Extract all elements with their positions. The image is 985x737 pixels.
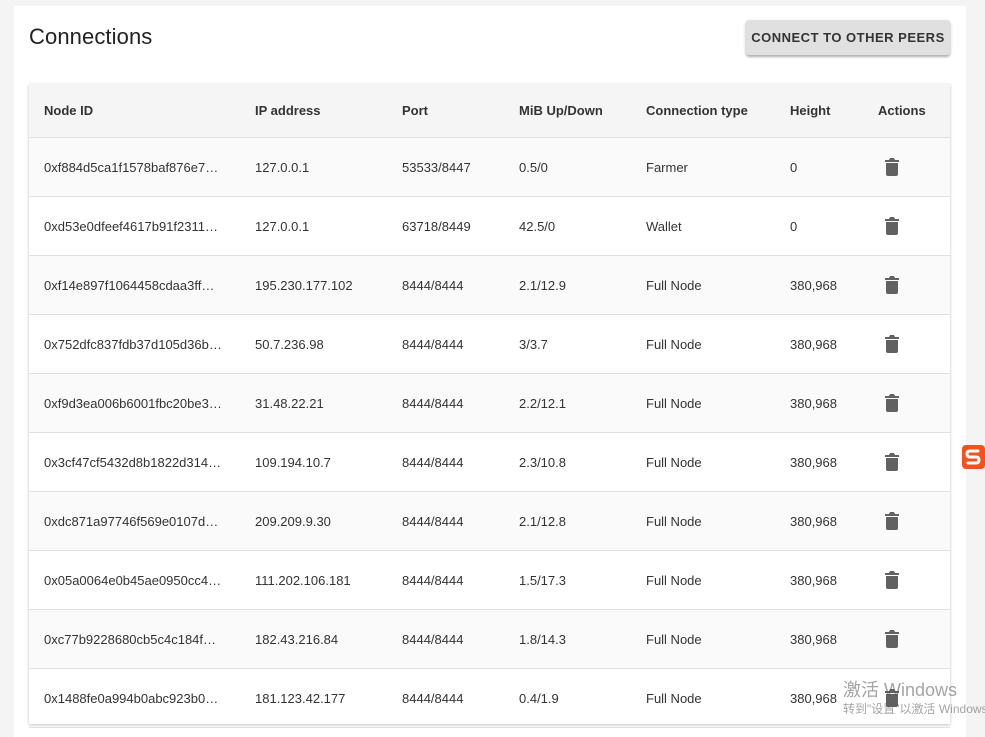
connections-table: Node ID IP address Port MiB Up/Down Conn… <box>29 84 950 728</box>
column-header-mib-up-down: MiB Up/Down <box>519 103 603 118</box>
delete-icon[interactable] <box>885 394 899 412</box>
page-title: Connections <box>29 24 153 49</box>
node-id-cell: 0xc77b9228680cb5c4c184f… <box>44 631 217 647</box>
node-id-cell: 0x05a0064e0b45ae0950cc4… <box>44 572 222 588</box>
delete-icon[interactable] <box>885 571 899 589</box>
ip-address-cell: 50.7.236.98 <box>255 336 324 352</box>
connection-type-cell: Full Node <box>646 572 702 588</box>
port-cell: 8444/8444 <box>402 277 464 293</box>
ip-address-cell: 109.194.10.7 <box>255 454 331 470</box>
node-id-cell: 0xf14e897f1064458cdaa3ff… <box>44 277 215 293</box>
node-id-cell: 0x1488fe0a994b0abc923b0… <box>44 690 219 706</box>
connection-type-cell: Full Node <box>646 336 702 352</box>
mib-up-down-cell: 2.3/10.8 <box>519 454 566 470</box>
table-row: 0xf884d5ca1f1578baf876e7… 127.0.0.1 53533/… <box>29 138 950 197</box>
node-id-cell: 0xdc871a97746f569e0107d… <box>44 513 219 529</box>
column-header-height: Height <box>790 103 831 118</box>
column-header-node-id: Node ID <box>44 103 94 118</box>
delete-icon[interactable] <box>885 217 899 235</box>
connection-type-cell: Farmer <box>646 159 688 175</box>
delete-icon[interactable] <box>885 630 899 648</box>
port-cell: 8444/8444 <box>402 631 464 647</box>
connection-type-cell: Full Node <box>646 690 702 706</box>
mib-up-down-cell: 2.1/12.8 <box>519 513 566 529</box>
node-id-cell: 0x3cf47cf5432d8b1822d314… <box>44 454 222 470</box>
column-header-port: Port <box>402 103 428 118</box>
ip-address-cell: 127.0.0.1 <box>255 218 310 234</box>
ip-address-cell: 209.209.9.30 <box>255 513 331 529</box>
delete-icon[interactable] <box>885 453 899 471</box>
connection-type-cell: Full Node <box>646 454 702 470</box>
node-id-cell: 0x752dfc837fdb37d105d36b… <box>44 336 222 352</box>
table-body: 0xf884d5ca1f1578baf876e7… 127.0.0.1 53533/… <box>29 138 950 728</box>
ip-address-cell: 182.43.216.84 <box>255 631 339 647</box>
port-cell: 53533/8447 <box>402 159 471 175</box>
table-row: 0xf9d3ea006b6001fbc20be3… 31.48.22.21 8444… <box>29 374 950 433</box>
ip-address-cell: 111.202.106.181 <box>255 572 351 588</box>
delete-icon[interactable] <box>885 158 899 176</box>
mib-up-down-cell: 1.8/14.3 <box>519 631 566 647</box>
table-row: 0xc77b9228680cb5c4c184f… 182.43.216.84 844… <box>29 610 950 669</box>
connect-to-other-peers-button[interactable]: CONNECT TO OTHER PEERS <box>746 20 950 55</box>
port-cell: 8444/8444 <box>402 454 464 470</box>
port-cell: 63718/8449 <box>402 218 471 234</box>
mib-up-down-cell: 0.4/1.9 <box>519 690 559 706</box>
mib-up-down-cell: 2.1/12.9 <box>519 277 566 293</box>
ip-address-cell: 195.230.177.102 <box>255 277 353 293</box>
node-id-cell: 0xd53e0dfeef4617b91f2311… <box>44 218 218 234</box>
connection-type-cell: Full Node <box>646 395 702 411</box>
delete-icon[interactable] <box>885 335 899 353</box>
height-cell: 380,968 <box>790 454 837 470</box>
windows-activation-watermark: 激活 Windows <box>843 680 958 700</box>
table-row: 0xdc871a97746f569e0107d… 209.209.9.30 8444… <box>29 492 950 551</box>
table-row: 0x3cf47cf5432d8b1822d314… 109.194.10.7 844… <box>29 433 950 492</box>
delete-icon[interactable] <box>885 276 899 294</box>
port-cell: 8444/8444 <box>402 336 464 352</box>
connection-type-cell: Full Node <box>646 631 702 647</box>
height-cell: 380,968 <box>790 513 837 529</box>
mib-up-down-cell: 3/3.7 <box>519 336 548 352</box>
delete-icon[interactable] <box>885 512 899 530</box>
connection-type-cell: Full Node <box>646 277 702 293</box>
mib-up-down-cell: 42.5/0 <box>519 218 556 234</box>
mib-up-down-cell: 2.2/12.1 <box>519 395 566 411</box>
windows-activation-subtext: 转到"设置"以激活 Windows。 <box>843 702 985 716</box>
height-cell: 0 <box>790 218 798 234</box>
height-cell: 380,968 <box>790 631 837 647</box>
height-cell: 380,968 <box>790 572 837 588</box>
height-cell: 380,968 <box>790 277 837 293</box>
port-cell: 8444/8444 <box>402 690 464 706</box>
port-cell: 8444/8444 <box>402 395 464 411</box>
height-cell: 380,968 <box>790 336 837 352</box>
node-id-cell: 0xf884d5ca1f1578baf876e7… <box>44 159 219 175</box>
ip-address-cell: 181.123.42.177 <box>255 690 346 706</box>
port-cell: 8444/8444 <box>402 513 464 529</box>
mib-up-down-cell: 1.5/17.3 <box>519 572 566 588</box>
node-id-cell: 0xf9d3ea006b6001fbc20be3… <box>44 395 222 411</box>
sogou-ime-icon[interactable] <box>962 445 985 469</box>
height-cell: 380,968 <box>790 395 837 411</box>
column-header-connection-type: Connection type <box>646 103 748 118</box>
connection-type-cell: Full Node <box>646 513 702 529</box>
table-row: 0xd53e0dfeef4617b91f2311… 127.0.0.1 63718/… <box>29 197 950 256</box>
column-header-ip-address: IP address <box>255 103 321 118</box>
mib-up-down-cell: 0.5/0 <box>519 159 548 175</box>
ip-address-cell: 127.0.0.1 <box>255 159 310 175</box>
table-header: Node ID IP address Port MiB Up/Down Conn… <box>29 84 950 138</box>
table-row: 0x752dfc837fdb37d105d36b… 50.7.236.98 8444… <box>29 315 950 374</box>
column-header-actions: Actions <box>878 103 926 118</box>
height-cell: 0 <box>790 159 798 175</box>
height-cell: 380,968 <box>790 690 837 706</box>
table-row: 0xf14e897f1064458cdaa3ff… 195.230.177.102… <box>29 256 950 315</box>
ip-address-cell: 31.48.22.21 <box>255 395 324 411</box>
connection-type-cell: Wallet <box>646 218 682 234</box>
port-cell: 8444/8444 <box>402 572 464 588</box>
table-row: 0x05a0064e0b45ae0950cc4… 111.202.106.181 8… <box>29 551 950 610</box>
table-row: 0x1488fe0a994b0abc923b0… 181.123.42.177 84… <box>29 669 950 728</box>
